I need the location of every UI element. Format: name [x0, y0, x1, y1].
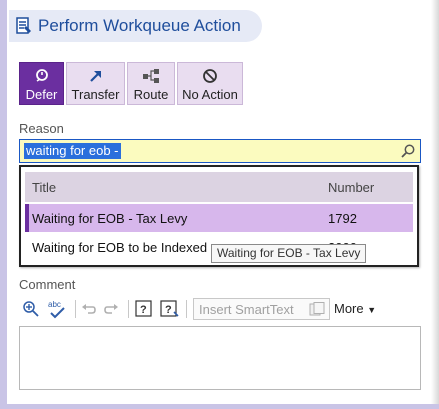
toolbar-separator	[186, 300, 187, 318]
route-label: Route	[133, 87, 169, 102]
smarttext-placeholder: Insert SmartText	[199, 302, 294, 317]
smarttext-input[interactable]: Insert SmartText	[193, 298, 330, 320]
no-action-button[interactable]: No Action	[177, 62, 243, 105]
no-entry-icon	[203, 69, 217, 83]
route-icon	[143, 69, 159, 83]
row-number: 1792	[328, 211, 357, 226]
spell-check-icon[interactable]: abc	[47, 299, 67, 319]
transfer-label: Transfer	[71, 87, 120, 102]
route-button[interactable]: Route	[127, 62, 175, 105]
column-header-number: Number	[328, 180, 375, 195]
smarttext-icon[interactable]	[309, 302, 325, 317]
defer-icon	[35, 69, 48, 82]
dropdown-header: Title Number	[25, 172, 413, 202]
undo-icon[interactable]	[81, 301, 97, 317]
comment-textarea[interactable]	[19, 326, 421, 390]
right-border	[431, 0, 439, 409]
reason-input[interactable]: waiting for eob -	[19, 139, 421, 163]
svg-text:?: ?	[165, 304, 172, 316]
search-icon[interactable]	[400, 143, 416, 159]
arrow-up-right-icon	[89, 71, 101, 82]
tooltip: Waiting for EOB - Tax Levy	[211, 244, 367, 263]
no-action-label: No Action	[182, 87, 238, 102]
redo-icon[interactable]	[103, 301, 119, 317]
defer-label: Defer	[25, 87, 58, 102]
row-title: Waiting for EOB - Tax Levy	[32, 211, 188, 226]
toolbar-separator	[75, 300, 76, 318]
comment-toolbar: abc ? ? Insert SmartText More ▼	[19, 298, 421, 320]
dropdown-row[interactable]: Waiting for EOB - Tax Levy 1792	[25, 204, 413, 232]
toolbar-separator	[128, 300, 129, 318]
dialog-window: Perform Workqueue Action Defer Transfer	[0, 0, 439, 409]
reason-label: Reason	[19, 121, 64, 136]
svg-text:?: ?	[140, 304, 147, 316]
dialog-header: Perform Workqueue Action	[9, 10, 262, 42]
dialog-title: Perform Workqueue Action	[38, 16, 241, 35]
row-title: Waiting for EOB to be Indexed	[32, 240, 208, 255]
comment-label: Comment	[19, 277, 76, 292]
caret-down-icon: ▼	[367, 305, 377, 315]
more-label: More	[334, 301, 364, 316]
svg-text:abc: abc	[48, 300, 61, 309]
reason-input-value: waiting for eob -	[24, 143, 121, 159]
more-menu[interactable]: More ▼	[334, 301, 376, 316]
left-border	[0, 0, 7, 409]
column-header-title: Title	[32, 180, 57, 195]
smart-help-icon[interactable]: ?	[160, 300, 180, 318]
bottom-border	[0, 404, 439, 409]
transfer-button[interactable]: Transfer	[66, 62, 125, 105]
help-icon[interactable]: ?	[135, 300, 153, 318]
workqueue-icon	[16, 17, 31, 34]
zoom-icon[interactable]	[22, 300, 40, 318]
action-toolbar: Defer Transfer Route No Action	[19, 62, 243, 105]
defer-button[interactable]: Defer	[19, 62, 64, 105]
